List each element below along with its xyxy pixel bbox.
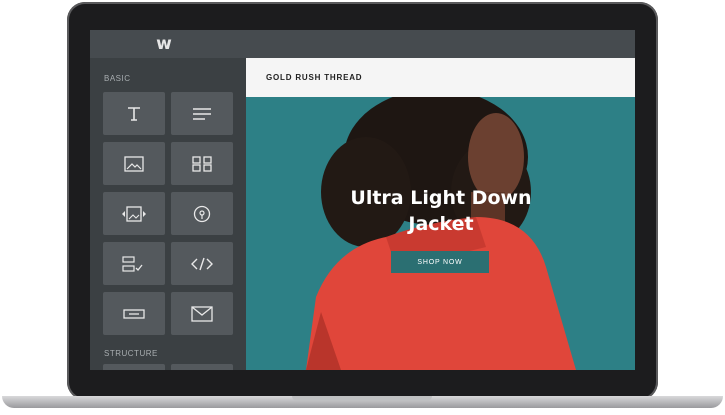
form-icon [122, 255, 143, 272]
weebly-logo[interactable]: w [152, 35, 176, 53]
paragraph-icon [193, 107, 211, 120]
gallery-element-tile[interactable] [171, 142, 233, 185]
email-element-tile[interactable] [171, 292, 233, 335]
text-element-tile[interactable] [103, 92, 165, 135]
site-canvas: GOLD RUSH THREAD Ultra Light Down Jacket… [246, 58, 635, 370]
map-pin-icon [193, 205, 211, 222]
paragraph-element-tile[interactable] [171, 92, 233, 135]
slideshow-element-tile[interactable] [103, 192, 165, 235]
gallery-icon [192, 155, 212, 172]
laptop-notch [292, 396, 432, 401]
section-label-structure: STRUCTURE [104, 349, 158, 358]
hero-section: Ultra Light Down Jacket SHOP NOW [246, 97, 635, 370]
structure-tile[interactable] [171, 364, 233, 370]
section-label-basic: BASIC [104, 74, 131, 83]
email-icon [191, 305, 213, 322]
hero-headline[interactable]: Ultra Light Down Jacket [341, 185, 541, 237]
elements-sidebar: BASIC STRUCTURE [90, 58, 246, 370]
button-element-tile[interactable] [103, 292, 165, 335]
editor-topbar: w [90, 30, 635, 58]
editor-screen: w BASIC STRUCTURE GOLD RUSH THREAD Ultra… [90, 30, 635, 370]
embed-code-element-tile[interactable] [171, 242, 233, 285]
structure-tile[interactable] [103, 364, 165, 370]
map-element-tile[interactable] [171, 192, 233, 235]
image-icon [124, 155, 144, 172]
text-icon [128, 106, 140, 121]
image-element-tile[interactable] [103, 142, 165, 185]
form-element-tile[interactable] [103, 242, 165, 285]
embed-code-icon [191, 257, 213, 270]
site-header: GOLD RUSH THREAD [246, 58, 635, 97]
slideshow-icon [122, 205, 146, 222]
button-icon [123, 308, 145, 319]
shop-now-button[interactable]: SHOP NOW [391, 251, 489, 273]
site-title[interactable]: GOLD RUSH THREAD [266, 73, 362, 82]
